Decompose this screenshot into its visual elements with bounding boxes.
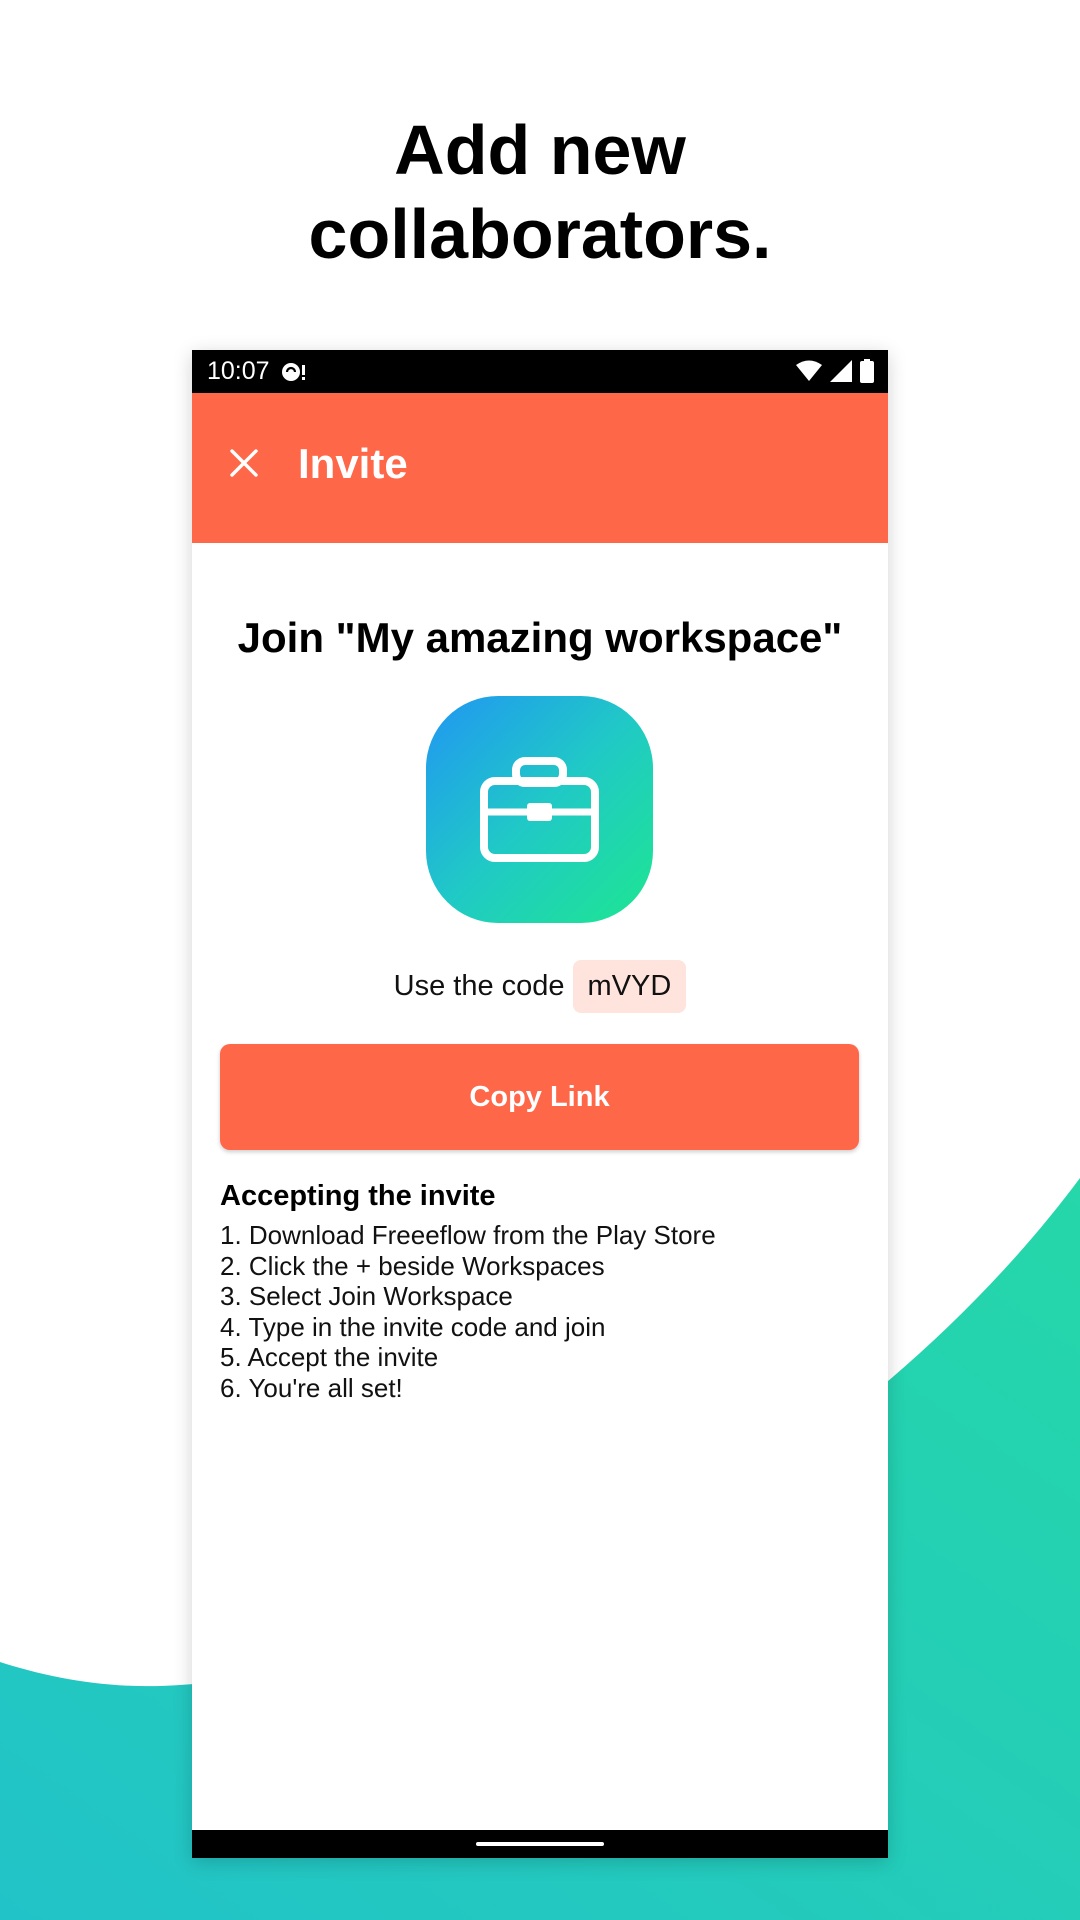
workspace-avatar: [426, 696, 653, 923]
instruction-step: 6. You're all set!: [220, 1372, 403, 1403]
home-gesture-handle[interactable]: [476, 1842, 604, 1846]
instruction-step: 4. Type in the invite code and join: [220, 1311, 606, 1342]
close-icon[interactable]: [224, 443, 264, 483]
instruction-step: 5. Accept the invite: [220, 1342, 439, 1372]
code-label: Use the code: [393, 970, 565, 1002]
instructions-heading: Accepting the invite: [220, 1180, 496, 1212]
promo-title: Add new collaborators.: [0, 108, 1080, 276]
instruction-step: 2. Click the + beside Workspaces: [220, 1250, 605, 1281]
status-time: 10:07: [207, 357, 270, 385]
notification-icon: [282, 363, 305, 381]
invite-code[interactable]: mVYD: [572, 960, 687, 1013]
status-bar: 10:07: [192, 350, 888, 393]
signal-icon: [830, 360, 852, 382]
status-icons: [796, 359, 874, 383]
app-bar-title: Invite: [298, 440, 408, 487]
instruction-step: 3. Select Join Workspace: [220, 1281, 513, 1311]
copy-link-button[interactable]: Copy Link: [220, 1044, 859, 1150]
join-workspace-title: Join "My amazing workspace": [237, 614, 843, 661]
phone-screen: 10:07 Invite Join "My amazing workspace": [192, 350, 888, 1858]
instruction-step: 1. Download Freeeflow from the Play Stor…: [220, 1220, 716, 1250]
promo-title-line1: Add new: [394, 111, 686, 189]
wifi-icon: [796, 360, 822, 381]
promo-title-line2: collaborators.: [308, 195, 772, 273]
instructions-list: 1. Download Freeeflow from the Play Stor…: [220, 1220, 716, 1403]
briefcase-icon: [480, 757, 599, 862]
navigation-bar: [192, 1830, 888, 1858]
invite-code-row: Use the code mVYD: [192, 960, 888, 1013]
app-bar: Invite: [192, 393, 888, 543]
battery-icon: [860, 359, 874, 383]
